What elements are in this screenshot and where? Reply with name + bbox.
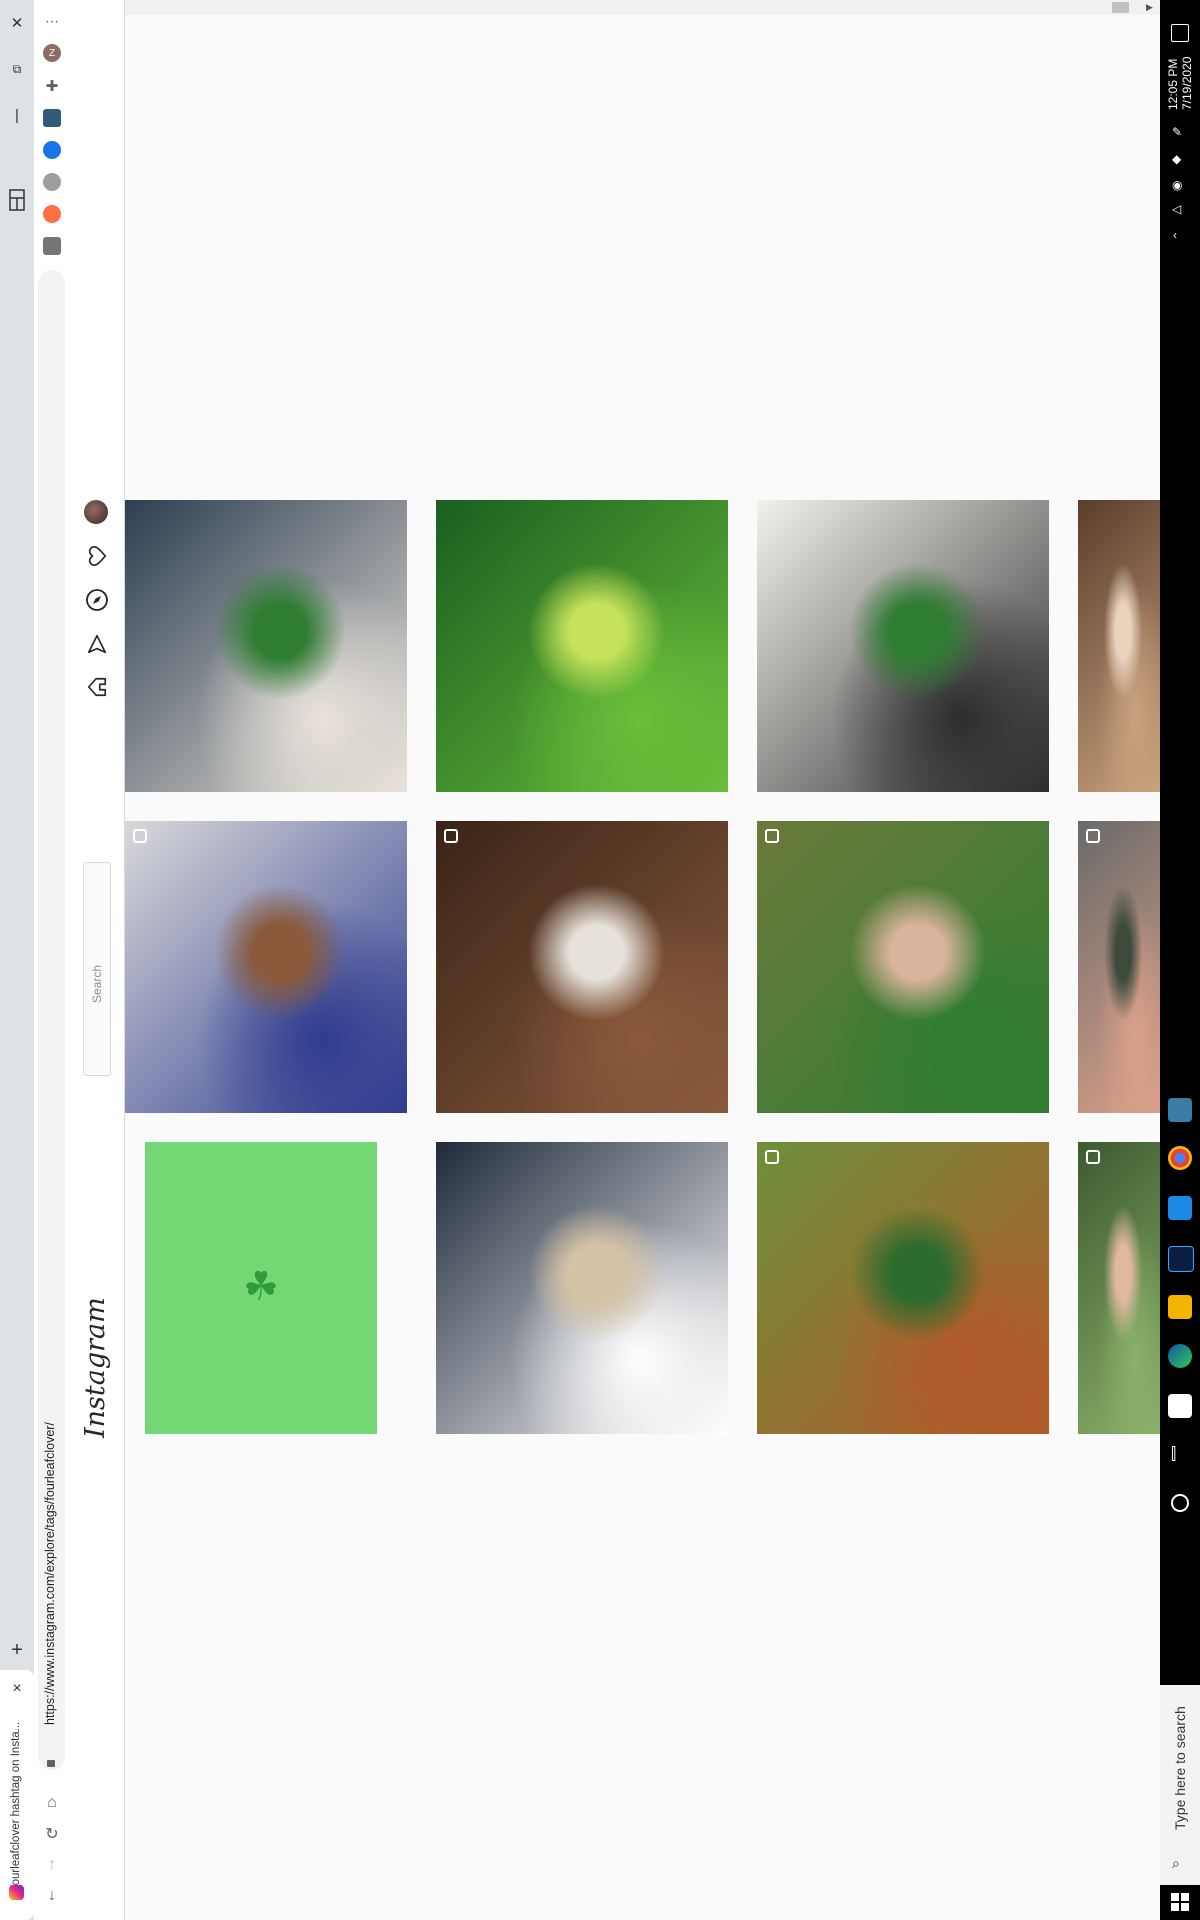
home-button-icon[interactable]: ⌂ xyxy=(34,1790,70,1816)
multi-photo-icon xyxy=(1086,829,1100,843)
scrollbar-thumb[interactable] xyxy=(1112,2,1129,13)
profile-avatar[interactable]: Z xyxy=(43,44,61,62)
grid-post[interactable] xyxy=(757,821,1049,1113)
extension-blue-icon[interactable] xyxy=(43,141,61,159)
profile-avatar[interactable] xyxy=(84,500,108,524)
page-scrollbar[interactable]: ◀ ▶ xyxy=(70,0,1160,15)
multi-photo-icon xyxy=(765,1150,779,1164)
cortana-icon[interactable] xyxy=(1171,1494,1189,1512)
volume-icon[interactable]: ◁ xyxy=(1172,202,1181,216)
edge-app-icon[interactable] xyxy=(1168,1344,1192,1368)
photoshop-app-icon[interactable] xyxy=(1168,1246,1194,1272)
settings-app-icon[interactable] xyxy=(1168,1098,1192,1122)
action-center-icon[interactable] xyxy=(1171,24,1189,42)
reload-icon[interactable]: ↻ xyxy=(34,1821,70,1847)
multi-photo-icon xyxy=(444,829,458,843)
taskbar-search-placeholder: Type here to search xyxy=(1172,1706,1188,1830)
address-bar-column: ⋯ Z ✚ https://www.instagram.com/explore/… xyxy=(34,0,71,1920)
window-restore-icon[interactable]: ⧉ xyxy=(0,54,34,84)
grid-post[interactable] xyxy=(436,500,728,792)
multi-photo-icon xyxy=(1086,1150,1100,1164)
browser-tab-strip: ✕ ⧉ | + × #fourleafclover hashtag on Ins… xyxy=(0,0,34,1920)
extensions-puzzle-icon[interactable]: ✚ xyxy=(43,77,61,95)
url-text[interactable]: https://www.instagram.com/explore/tags/f… xyxy=(43,1422,57,1725)
new-tab-button[interactable]: + xyxy=(0,1635,34,1665)
store-app-icon[interactable] xyxy=(1168,1394,1192,1418)
search-icon: ⌕ xyxy=(1172,1855,1180,1871)
grid-post[interactable]: ☘ xyxy=(145,1142,377,1434)
window-minimize-icon[interactable]: | xyxy=(0,100,34,130)
tab-title: #fourleafclover hashtag on Insta... xyxy=(10,1721,22,1895)
explore-icon[interactable] xyxy=(84,587,110,613)
dropbox-icon[interactable]: ◆ xyxy=(1172,152,1181,166)
file-explorer-app-icon[interactable] xyxy=(1168,1295,1192,1319)
chevron-up-icon[interactable]: ‹ xyxy=(1173,228,1177,242)
scroll-right-icon[interactable]: ▶ xyxy=(1146,2,1153,13)
grid-post[interactable] xyxy=(436,821,728,1113)
grid-post[interactable] xyxy=(1078,500,1160,792)
grid-post[interactable] xyxy=(125,500,407,792)
grid-post[interactable] xyxy=(125,821,407,1113)
multi-photo-icon xyxy=(765,829,779,843)
search-placeholder: Search xyxy=(90,964,104,1003)
activity-heart-icon[interactable] xyxy=(84,543,110,569)
tab-close-icon[interactable]: × xyxy=(0,1674,34,1704)
window-close-icon[interactable]: ✕ xyxy=(0,8,34,38)
instagram-nav-bar: Search Instagram xyxy=(70,0,125,1920)
grid-post[interactable] xyxy=(1078,1142,1160,1434)
tab-layout-icon[interactable] xyxy=(0,185,34,215)
chrome-app-icon[interactable] xyxy=(1168,1146,1192,1170)
grid-post[interactable] xyxy=(757,1142,1049,1434)
grid-post[interactable] xyxy=(436,1142,728,1434)
clock-date[interactable]: 7/19/2020 xyxy=(1180,57,1194,110)
task-view-icon[interactable]: ⫿ xyxy=(1171,1446,1176,1464)
clover-icon: ☘ xyxy=(243,1265,279,1309)
omnibox[interactable]: https://www.instagram.com/explore/tags/f… xyxy=(38,270,65,1770)
search-input[interactable]: Search xyxy=(83,862,111,1076)
back-icon[interactable]: ↓ xyxy=(34,1883,70,1909)
extension-circle-icon[interactable] xyxy=(43,173,61,191)
instagram-favicon-icon xyxy=(9,1885,24,1900)
windows-start-icon[interactable] xyxy=(1171,1893,1189,1911)
browser-menu-icon[interactable]: ⋯ xyxy=(34,8,70,34)
home-icon[interactable] xyxy=(84,674,110,700)
taskbar-search-box[interactable]: Type here to search ⌕ xyxy=(1160,1685,1200,1885)
windows-taskbar: 12:05 PM 7/19/2020 ✎ ◆ ◉ ◁ ‹ ⫿ Type here… xyxy=(1160,0,1200,1920)
forward-icon[interactable]: ↑ xyxy=(34,1852,70,1878)
network-icon[interactable]: ◉ xyxy=(1172,178,1182,192)
lock-icon[interactable] xyxy=(47,1760,55,1767)
multi-photo-icon xyxy=(133,829,147,843)
extension-chart-icon[interactable] xyxy=(43,109,61,127)
pen-icon[interactable]: ✎ xyxy=(1172,125,1182,139)
direct-icon[interactable] xyxy=(84,631,110,657)
extension-g-icon[interactable] xyxy=(43,237,61,255)
extension-orange-icon[interactable] xyxy=(43,205,61,223)
grid-post[interactable] xyxy=(1078,821,1160,1113)
grid-post[interactable] xyxy=(757,500,1049,792)
tab-instagram[interactable]: × #fourleafclover hashtag on Insta... xyxy=(0,1670,34,1920)
outlook-app-icon[interactable] xyxy=(1168,1196,1192,1220)
clock-time[interactable]: 12:05 PM xyxy=(1166,59,1180,110)
instagram-logo[interactable]: Instagram xyxy=(80,1297,111,1438)
